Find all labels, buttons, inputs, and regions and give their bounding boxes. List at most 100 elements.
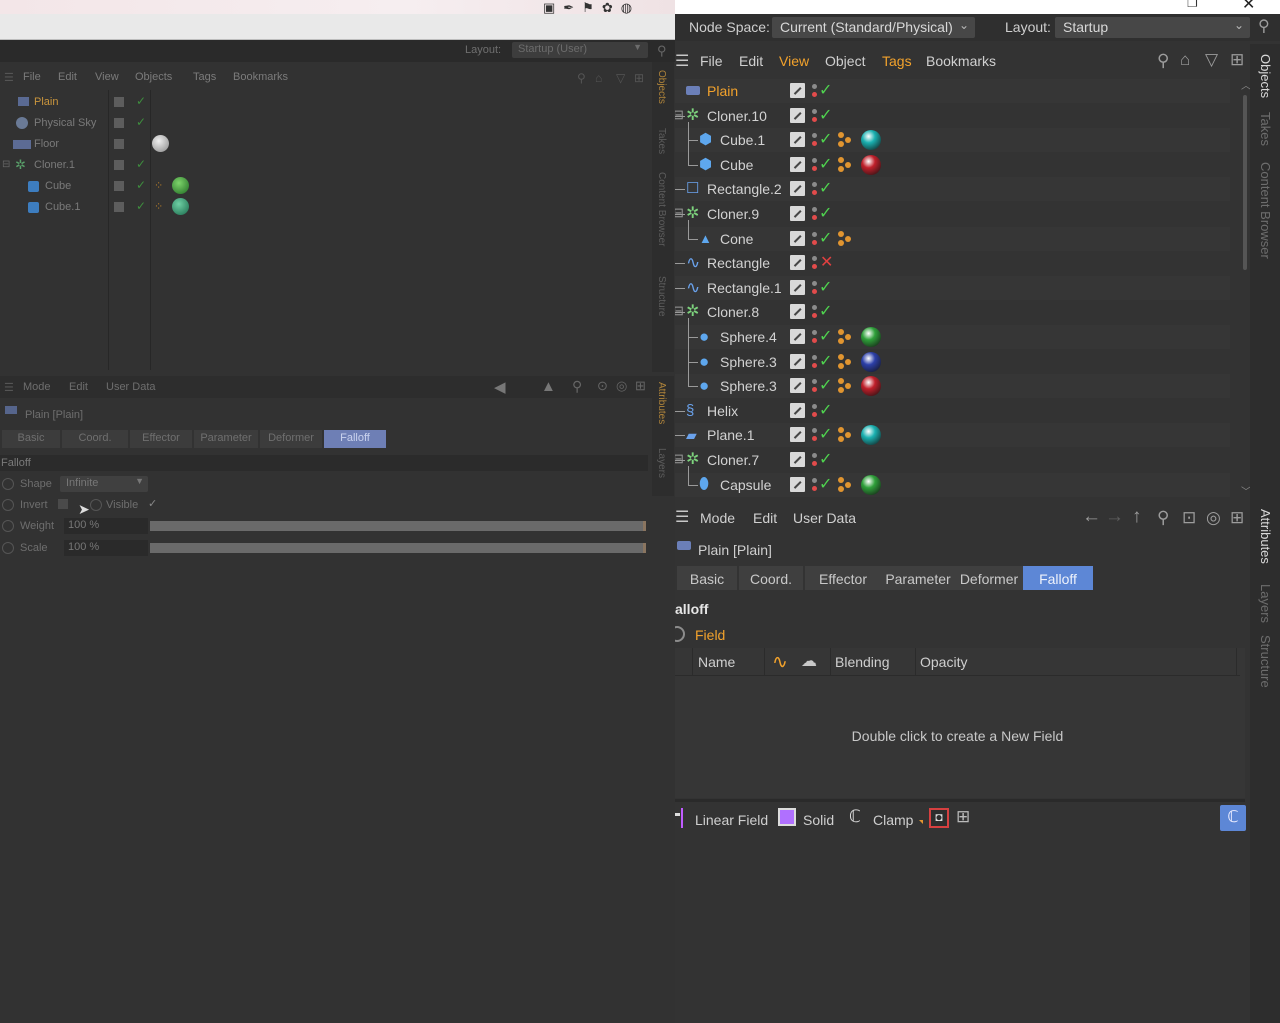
arrow-left-icon[interactable]: ←: [1082, 507, 1101, 526]
tab-basic[interactable]: Basic: [2, 430, 60, 448]
material-tag-ball[interactable]: [861, 425, 881, 445]
left-menu-file[interactable]: File: [23, 71, 41, 83]
lock-icon[interactable]: ⊡: [1182, 509, 1196, 526]
edit-icon[interactable]: [790, 280, 805, 295]
resize-handle[interactable]: [675, 799, 1245, 802]
check-icon[interactable]: ✓: [136, 157, 146, 171]
object-row[interactable]: Plain ✓: [675, 79, 1230, 103]
tab-deformer[interactable]: Deformer: [955, 566, 1023, 590]
object-row[interactable]: ▰ Plane.1 ✓: [675, 423, 1230, 447]
left-object-row[interactable]: ⊟ ✲ Cloner.1 ✓: [0, 155, 650, 176]
weight-slider[interactable]: [150, 521, 646, 531]
search-icon[interactable]: ⚲: [1157, 509, 1169, 526]
edit-icon[interactable]: [790, 304, 805, 319]
tab-objects[interactable]: Objects: [1258, 54, 1273, 98]
edit-icon[interactable]: [790, 181, 805, 196]
check-icon[interactable]: ✓: [136, 94, 146, 108]
dropdown-arrow-icon[interactable]: [919, 820, 923, 824]
tab-attributes[interactable]: Attributes: [656, 382, 667, 424]
visibility-dots-icon[interactable]: [812, 280, 817, 296]
collapse-icon[interactable]: ⊟: [2, 159, 10, 170]
visibility-dots-icon[interactable]: [812, 403, 817, 419]
left-attr-edit[interactable]: Edit: [69, 381, 88, 393]
search-icon[interactable]: ⚲: [1157, 52, 1169, 69]
menu-edit[interactable]: Edit: [739, 53, 763, 69]
scale-input[interactable]: 100 %: [64, 540, 148, 556]
attr-mode[interactable]: Mode: [700, 510, 735, 526]
tab-effector[interactable]: Effector: [805, 566, 881, 590]
visibility-dots-icon[interactable]: [812, 108, 817, 124]
restore-icon[interactable]: ❐: [1187, 0, 1198, 10]
target-icon[interactable]: ◎: [616, 378, 627, 394]
left-object-row[interactable]: Physical Sky ✓: [0, 113, 650, 134]
visibility-dots-icon[interactable]: [812, 181, 817, 197]
object-row[interactable]: ⊟ ✲ Cloner.10 ✓: [675, 104, 1230, 128]
enabled-check-icon[interactable]: ✓: [819, 424, 832, 444]
disabled-cross-icon[interactable]: ✕: [820, 252, 833, 272]
enabled-check-icon[interactable]: ✓: [819, 228, 832, 248]
visibility-dots-icon[interactable]: [812, 354, 817, 370]
edit-icon[interactable]: [790, 132, 805, 147]
tab-takes[interactable]: Takes: [656, 128, 667, 154]
menu-object[interactable]: Object: [825, 53, 865, 69]
enabled-check-icon[interactable]: ✓: [819, 277, 832, 297]
arrow-right-icon[interactable]: →: [1105, 507, 1124, 526]
material-ball[interactable]: [172, 198, 189, 215]
enabled-check-icon[interactable]: ✓: [819, 178, 832, 198]
column-opacity[interactable]: Opacity: [920, 654, 967, 670]
menu-icon[interactable]: ☰: [4, 381, 14, 394]
left-menu-bookmarks[interactable]: Bookmarks: [233, 71, 288, 83]
left-menu-edit[interactable]: Edit: [58, 71, 77, 83]
enabled-check-icon[interactable]: ✓: [819, 80, 832, 100]
left-menu-view[interactable]: View: [95, 71, 119, 83]
tab-deformer[interactable]: Deformer: [260, 430, 322, 448]
material-tag-ball[interactable]: [861, 130, 881, 150]
edit-icon[interactable]: [790, 255, 805, 270]
enabled-check-icon[interactable]: ✓: [819, 203, 832, 223]
arrow-up-icon[interactable]: ▲: [541, 378, 556, 395]
object-row[interactable]: ⬢ Cube.1 ✓: [675, 128, 1230, 152]
expand-icon[interactable]: ⊟: [675, 451, 684, 467]
tags-icon[interactable]: ⁘: [154, 179, 163, 192]
material-tag-ball[interactable]: [861, 352, 881, 372]
visibility-dots-icon[interactable]: [812, 206, 817, 222]
attr-user-data[interactable]: User Data: [793, 510, 856, 526]
enabled-check-icon[interactable]: ✓: [819, 105, 832, 125]
material-ball[interactable]: [152, 135, 169, 152]
object-row[interactable]: ⊟ ✲ Cloner.8 ✓: [675, 300, 1230, 324]
visibility-dots-icon[interactable]: [812, 427, 817, 443]
left-menu-objects[interactable]: Objects: [135, 71, 172, 83]
tab-content-browser[interactable]: Content Browser: [1258, 162, 1273, 259]
spline-icon[interactable]: ∿: [772, 651, 788, 674]
tab-layers[interactable]: Layers: [1258, 584, 1273, 623]
keyframe-icon[interactable]: [675, 626, 685, 642]
shape-dropdown[interactable]: Infinite ▼: [60, 476, 148, 492]
check-icon[interactable]: ✓: [136, 199, 146, 213]
tags-icon[interactable]: [838, 231, 854, 247]
filter-icon[interactable]: ▽: [1205, 51, 1218, 68]
home-icon[interactable]: ⌂: [595, 71, 602, 85]
tags-icon[interactable]: [838, 157, 854, 173]
enabled-check-icon[interactable]: ✓: [819, 449, 832, 469]
menu-icon[interactable]: ☰: [675, 507, 689, 527]
object-row[interactable]: ● Sphere.3 ✓: [675, 374, 1230, 398]
tab-layers[interactable]: Layers: [656, 448, 667, 478]
filter-icon[interactable]: ▽: [616, 71, 625, 85]
visibility-dots-icon[interactable]: [812, 477, 817, 493]
column-name[interactable]: Name: [698, 654, 735, 670]
tab-parameter[interactable]: Parameter: [881, 566, 955, 590]
new-folder-icon[interactable]: ⊞: [956, 807, 970, 827]
attr-edit[interactable]: Edit: [753, 510, 777, 526]
visibility-dots-icon[interactable]: [812, 452, 817, 468]
field-list[interactable]: Name ∿ ☁ Blending Opacity Double click t…: [675, 648, 1245, 798]
edit-icon[interactable]: [790, 403, 805, 418]
left-attr-mode[interactable]: Mode: [23, 381, 51, 393]
tags-icon[interactable]: [838, 329, 854, 345]
edit-icon[interactable]: [790, 477, 805, 492]
search-icon[interactable]: ⚲: [657, 43, 667, 59]
enabled-check-icon[interactable]: ✓: [819, 301, 832, 321]
tab-falloff[interactable]: Falloff: [1023, 566, 1093, 590]
tab-falloff[interactable]: Falloff: [324, 430, 386, 448]
close-icon[interactable]: ✕: [1242, 0, 1255, 14]
search-icon[interactable]: ⚲: [572, 378, 582, 395]
